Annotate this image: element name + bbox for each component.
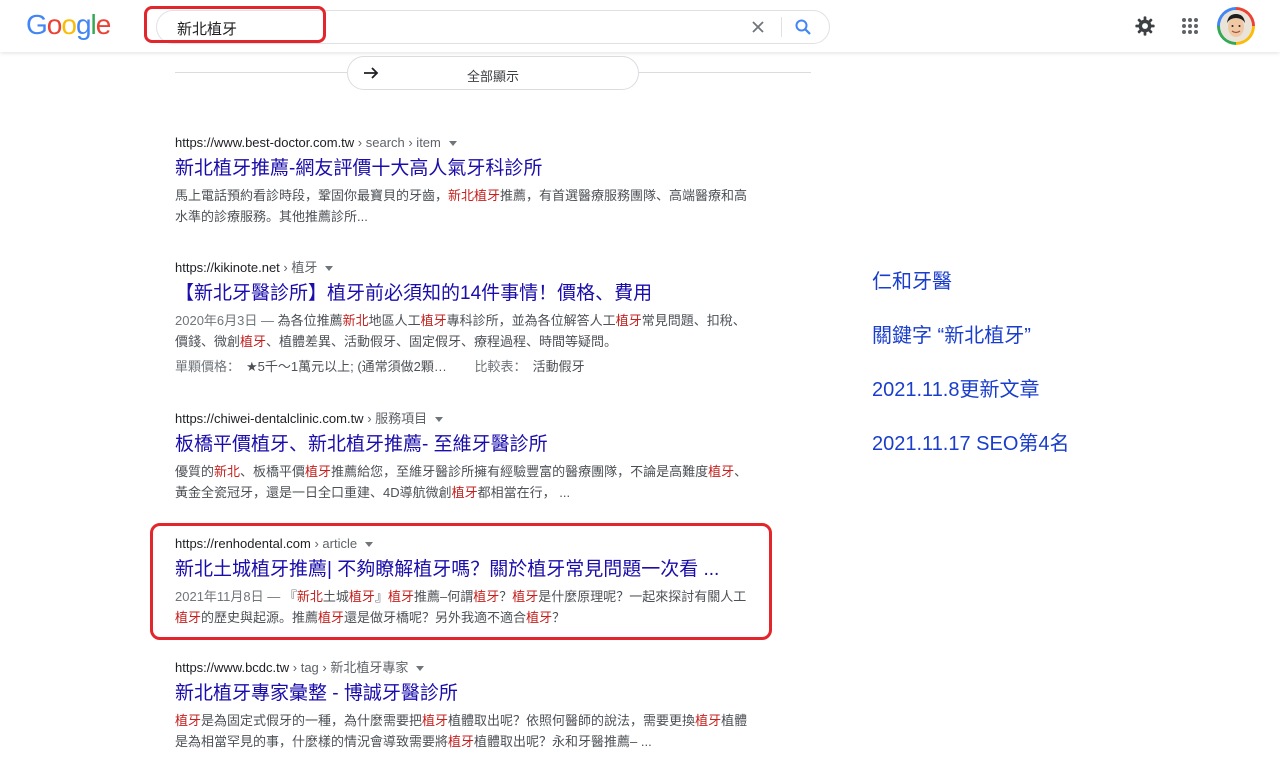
result-attributes: 單顆價格： ★5千～1萬元以上; (通常須做2顆… 比較表： 活動假牙 (175, 359, 585, 374)
result-title-link[interactable]: 新北植牙專家彙整 - 博誠牙醫診所 (175, 681, 775, 707)
keyword-highlight: 新北植牙 (448, 188, 501, 203)
snippet-text: 、板橋平價 (240, 464, 306, 479)
result-date: 2020年6月3日 — (175, 313, 278, 328)
keyword-highlight: 植牙 (615, 313, 642, 328)
google-logo[interactable]: Google (26, 9, 112, 41)
snippet-text: 、植體差異、活動假牙、固定假牙、療程過程、時間等疑問。 (266, 334, 618, 349)
keyword-highlight: 新北 (342, 313, 369, 328)
result-title-link[interactable]: 新北植牙推薦-網友評價十大高人氣牙科診所 (175, 156, 775, 182)
snippet-text: 地區人工 (368, 313, 421, 328)
search-icon[interactable] (791, 16, 815, 38)
snippet-text: 專科診所，並為各位解答人工 (446, 313, 616, 328)
apps-grid-icon[interactable] (1178, 14, 1202, 38)
keyword-highlight: 植牙 (175, 713, 202, 728)
search-result: https://chiwei-dentalclinic.com.tw › 服務項… (175, 410, 775, 503)
result-url[interactable]: https://kikinote.net › 植牙 (175, 259, 775, 277)
keyword-highlight: 植牙 (451, 485, 478, 500)
avatar[interactable] (1217, 7, 1255, 45)
result-snippet: 優質的新北、板橋平價植牙推薦給您，至維牙醫診所擁有經驗豐富的醫療團隊，不論是高難… (175, 461, 755, 503)
snippet-text: 推薦給您，至維牙醫診所擁有經驗豐富的醫療團隊，不論是高難度 (331, 464, 709, 479)
logo-letter: o (61, 9, 77, 40)
result-title-link[interactable]: 板橋平價植牙、新北植牙推薦- 至維牙醫診所 (175, 432, 775, 458)
result-snippet: 植牙是為固定式假牙的一種，為什麼需要把植牙植體取出呢？依照何醫師的說法，需要更換… (175, 710, 755, 752)
logo-letter: G (26, 9, 48, 40)
show-all-button[interactable]: 全部顯示 (347, 56, 639, 90)
chevron-down-icon[interactable] (325, 266, 334, 272)
avatar-photo (1220, 10, 1252, 42)
divider-left (175, 72, 347, 73)
search-result: https://www.bcdc.tw › tag › 新北植牙專家 新北植牙專… (175, 659, 775, 752)
close-icon[interactable] (747, 16, 769, 38)
snippet-text: 優質的 (175, 464, 215, 479)
keyword-highlight: 新北 (214, 464, 241, 479)
result-snippet: 馬上電話預約看診時段，鞏固你最寶貝的牙齒，新北植牙推薦，有首選醫療服務團隊、高端… (175, 185, 755, 227)
keyword-highlight: 植牙 (708, 464, 735, 479)
chevron-down-icon[interactable] (448, 141, 457, 147)
search-result: https://kikinote.net › 植牙 【新北牙醫診所】植牙前必須知… (175, 259, 775, 376)
header-bar: Google 新北植牙 (0, 0, 1280, 52)
logo-letter: g (75, 9, 92, 40)
annotation-box-search (144, 6, 326, 43)
annotation-note: 仁和牙醫 (872, 271, 952, 293)
logo-letter: o (46, 9, 63, 40)
keyword-highlight: 植牙 (695, 713, 722, 728)
annotation-box-result (150, 523, 772, 640)
search-result: https://www.best-doctor.com.tw › search … (175, 134, 775, 227)
keyword-highlight: 植牙 (420, 313, 447, 328)
annotation-note: 關鍵字 “新北植牙” (872, 325, 1031, 347)
snippet-text: 為各位推薦 (277, 313, 343, 328)
snippet-text: 是為固定式假牙的一種，為什麼需要把 (201, 713, 423, 728)
keyword-highlight: 植牙 (305, 464, 332, 479)
result-url[interactable]: https://www.best-doctor.com.tw › search … (175, 134, 775, 152)
keyword-highlight: 植牙 (240, 334, 267, 349)
gear-icon[interactable] (1133, 14, 1157, 38)
snippet-text: 都相當在行， ... (477, 485, 571, 500)
result-url[interactable]: https://chiwei-dentalclinic.com.tw › 服務項… (175, 410, 775, 428)
result-url[interactable]: https://www.bcdc.tw › tag › 新北植牙專家 (175, 659, 775, 677)
divider-right (638, 72, 811, 73)
logo-letter: e (95, 9, 112, 40)
chevron-down-icon[interactable] (435, 417, 444, 423)
chevron-down-icon[interactable] (416, 666, 425, 672)
keyword-highlight: 植牙 (422, 713, 449, 728)
snippet-text: 植體取出呢？依照何醫師的說法，需要更換 (448, 713, 696, 728)
show-all-label: 全部顯示 (466, 69, 519, 84)
result-title-link[interactable]: 【新北牙醫診所】植牙前必須知的14件事情！價格、費用 (175, 281, 775, 307)
annotation-note: 2021.11.8更新文章 (872, 379, 1040, 401)
snippet-text: 植體取出呢？永和牙醫推薦– ... (474, 734, 652, 749)
snippet-text: 馬上電話預約看診時段，鞏固你最寶貝的牙齒， (175, 188, 449, 203)
annotation-note: 2021.11.17 SEO第4名 (872, 433, 1070, 455)
result-snippet: 2020年6月3日 — 為各位推薦新北地區人工植牙專科診所，並為各位解答人工植牙… (175, 310, 755, 352)
keyword-highlight: 植牙 (448, 734, 475, 749)
search-divider (781, 17, 782, 37)
